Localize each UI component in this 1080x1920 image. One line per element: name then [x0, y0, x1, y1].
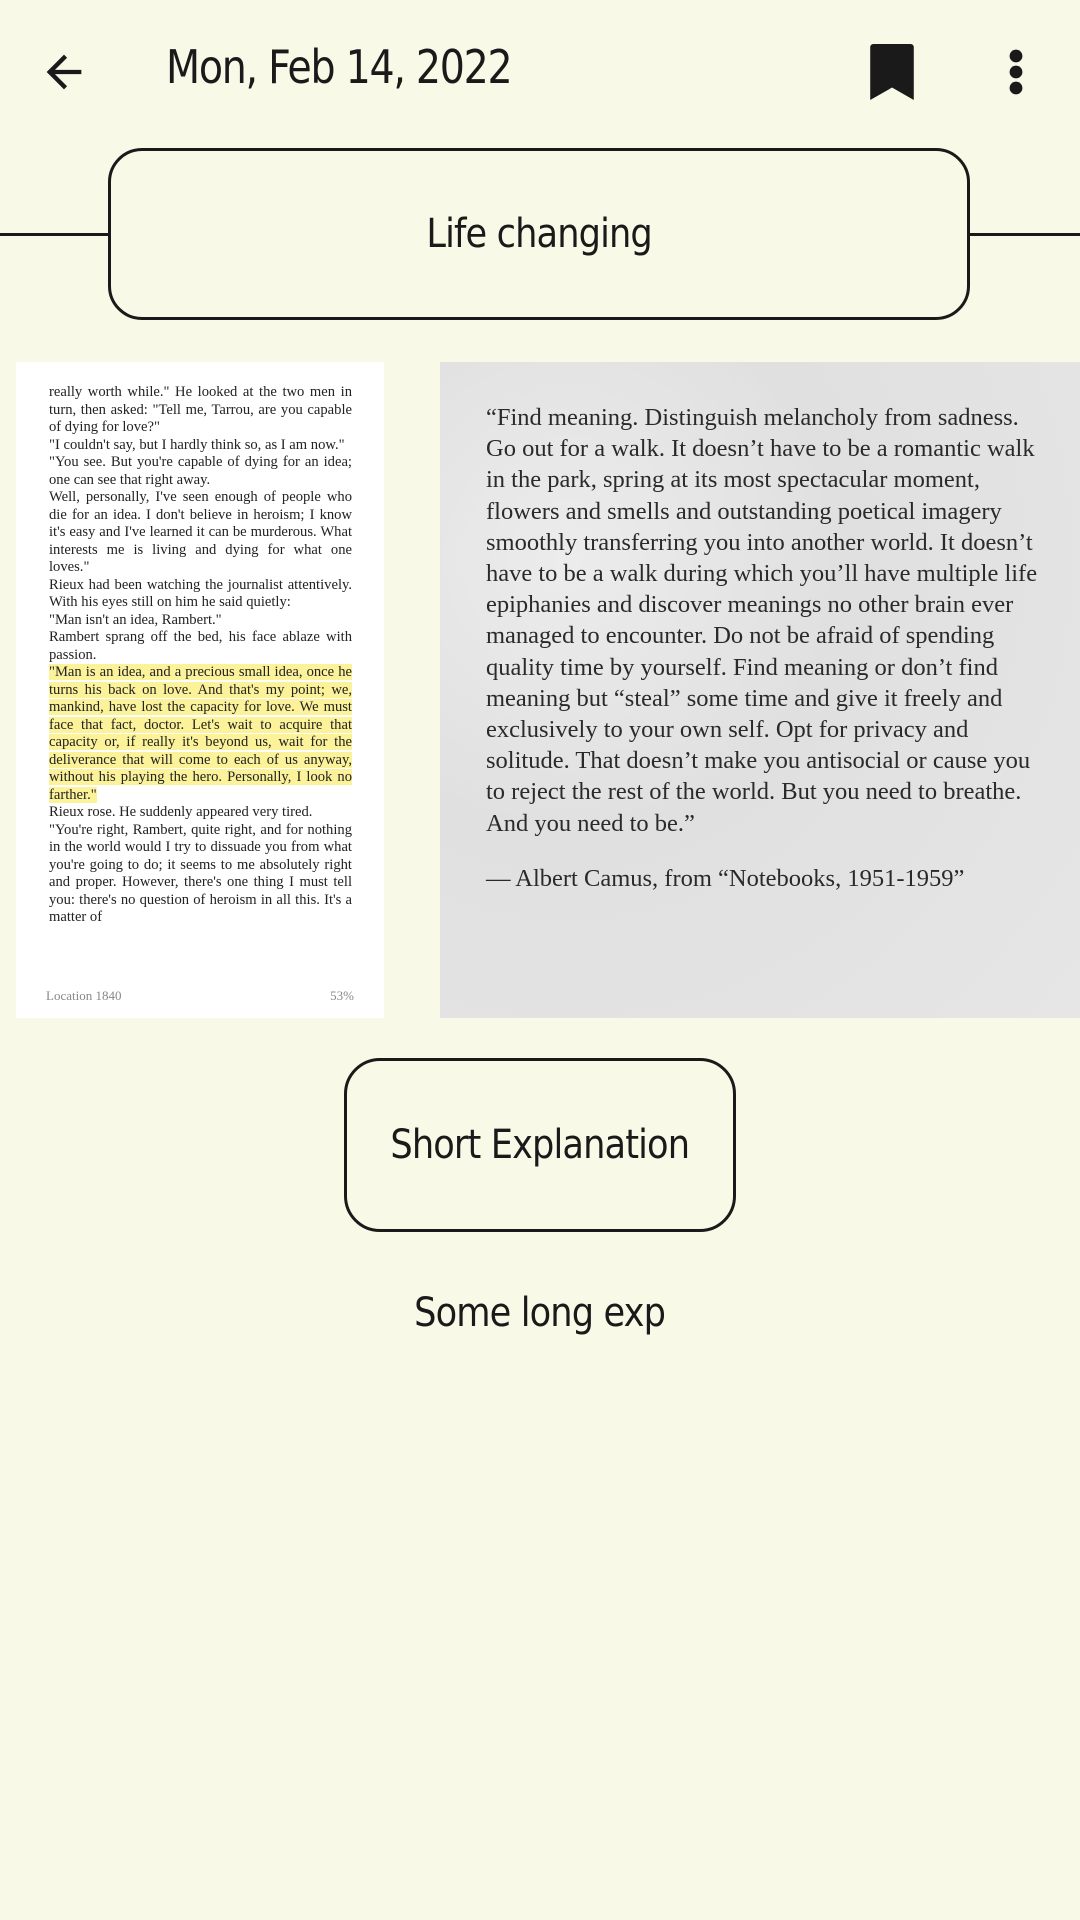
entry-title-box[interactable]: Life changing	[108, 148, 970, 320]
entry-date: Mon, Feb 14, 2022	[166, 40, 513, 94]
short-explanation-box[interactable]: Short Explanation	[344, 1058, 736, 1232]
book-highlight: "Man is an idea, and a precious small id…	[49, 664, 352, 804]
book-paragraph: "You're right, Rambert, quite right, and…	[49, 821, 352, 926]
book-paragraph: "You see. But you're capable of dying fo…	[49, 454, 352, 488]
quote-text: “Find meaning. Distinguish melancholy fr…	[486, 404, 1038, 837]
highlighted-text: "Man is an idea, and a precious small id…	[49, 664, 352, 803]
more-options-button[interactable]	[980, 36, 1052, 108]
long-explanation-text: Some long exp	[414, 1290, 667, 1336]
book-page-footer: Location 1840 53%	[46, 987, 354, 1005]
book-paragraph: Rieux had been watching the journalist a…	[49, 576, 352, 611]
book-paragraph: "I couldn't say, but I hardly think so, …	[49, 436, 345, 453]
book-percent: 53%	[330, 987, 354, 1003]
title-divider-left	[0, 233, 110, 236]
quote-image[interactable]: “Find meaning. Distinguish melancholy fr…	[440, 362, 1080, 1018]
entry-title: Life changing	[426, 211, 652, 257]
arrow-left-icon	[46, 54, 82, 90]
short-explanation-label: Short Explanation	[390, 1122, 691, 1168]
book-page-image[interactable]: really worth while." He looked at the tw…	[16, 362, 384, 1018]
book-paragraph: Well, personally, I've seen enough of pe…	[49, 489, 352, 575]
book-location: Location 1840	[46, 987, 122, 1003]
back-button[interactable]	[28, 36, 100, 108]
book-paragraph: Rieux rose. He suddenly appeared very ti…	[49, 804, 313, 820]
top-app-bar: Mon, Feb 14, 2022	[0, 0, 1080, 148]
bookmark-button[interactable]	[856, 36, 928, 108]
title-divider-right	[970, 233, 1080, 236]
book-paragraph: Rambert sprang off the bed, his face abl…	[49, 629, 352, 663]
long-explanation: Some long exp	[0, 1290, 1080, 1336]
more-vert-icon	[1009, 49, 1023, 95]
book-paragraph: "Man isn't an idea, Rambert."	[49, 611, 222, 628]
quote-attribution: — Albert Camus, from “Notebooks, 1951-19…	[486, 864, 965, 892]
book-paragraph: really worth while." He looked at the tw…	[49, 384, 352, 435]
bookmark-icon	[870, 44, 914, 100]
